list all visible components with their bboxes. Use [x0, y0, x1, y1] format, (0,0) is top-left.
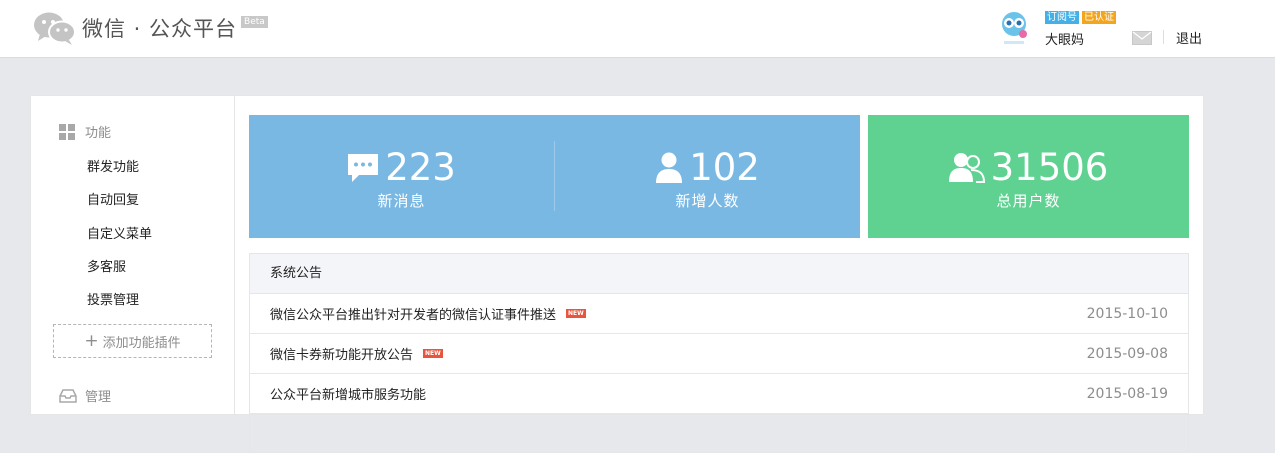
add-plugin-label: 添加功能插件 — [102, 335, 181, 351]
stats-panel-green: 31506 总用户数 — [868, 115, 1189, 238]
username[interactable]: 大眼妈 — [1045, 29, 1084, 48]
stat-value: 102 — [689, 146, 760, 189]
system-announcements: 系统公告 微信公众平台推出针对开发者的微信认证事件推送 NEW 2015-10-… — [249, 253, 1189, 453]
grid-icon — [59, 123, 75, 140]
stat-new-messages[interactable]: 223 新消息 — [249, 115, 554, 238]
announcement-title: 微信公众平台推出针对开发者的微信认证事件推送 NEW — [270, 304, 586, 323]
wechat-logo-icon — [34, 12, 76, 45]
account-badges: 订阅号 已认证 — [1045, 11, 1116, 24]
stat-label: 新消息 — [377, 192, 426, 210]
announcement-date: 2015-09-08 — [1086, 345, 1168, 362]
mail-icon[interactable] — [1132, 31, 1152, 45]
sidebar-item-customer-service[interactable]: 多客服 — [87, 256, 126, 275]
new-badge: NEW — [566, 309, 586, 318]
announcement-date: 2015-10-10 — [1086, 305, 1168, 322]
stats-panel-blue: 223 新消息 102 新增人数 — [249, 115, 860, 238]
announcement-title: 公众平台新增城市服务功能 — [270, 384, 426, 403]
stat-value: 31506 — [990, 146, 1109, 189]
beta-badge: Beta — [241, 16, 268, 28]
logout-link[interactable]: 退出 — [1176, 28, 1202, 47]
announcement-text: 微信公众平台推出针对开发者的微信认证事件推送 — [270, 308, 557, 323]
stat-label: 总用户数 — [996, 192, 1061, 210]
announcement-text: 微信卡券新功能开放公告 — [270, 348, 414, 363]
stat-label: 新增人数 — [675, 192, 740, 210]
users-icon — [948, 153, 985, 183]
wechat-logo[interactable]: 微信 · 公众平台 Beta — [32, 10, 268, 46]
header-divider — [1163, 30, 1164, 44]
message-icon — [348, 154, 379, 182]
top-header: 微信 · 公众平台 Beta 订阅号 已认证 大眼妈 退出 — [0, 0, 1275, 58]
inbox-icon — [59, 388, 77, 403]
list-item[interactable]: 微信公众平台推出针对开发者的微信认证事件推送 NEW 2015-10-10 — [250, 294, 1188, 334]
section-label: 功能 — [85, 126, 112, 141]
stat-new-users[interactable]: 102 新增人数 — [555, 115, 860, 238]
list-item[interactable]: 公众平台新增城市服务功能 2015-08-19 — [250, 374, 1188, 414]
verified-badge: 已认证 — [1082, 11, 1116, 24]
announcement-date: 2015-08-19 — [1086, 385, 1168, 402]
stat-total-users[interactable]: 31506 总用户数 — [868, 115, 1189, 238]
logo-text: 微信 · 公众平台 — [82, 17, 238, 41]
list-item[interactable]: 微信卡券新功能开放公告 NEW 2015-09-08 — [250, 334, 1188, 374]
add-plugin-button[interactable]: + 添加功能插件 — [53, 324, 212, 358]
announcement-text: 公众平台新增城市服务功能 — [270, 388, 427, 403]
announcement-title: 微信卡券新功能开放公告 NEW — [270, 344, 443, 363]
announcements-title: 系统公告 — [250, 254, 1188, 294]
sidebar-item-custom-menu[interactable]: 自定义菜单 — [87, 223, 152, 242]
avatar[interactable] — [998, 10, 1030, 46]
sidebar-item-auto-reply[interactable]: 自动回复 — [87, 189, 139, 208]
stat-value: 223 — [385, 146, 456, 189]
user-icon — [656, 152, 683, 183]
section-label: 管理 — [85, 390, 112, 405]
new-badge: NEW — [423, 349, 443, 358]
sidebar-section-function: 功能 — [59, 122, 111, 141]
main-container: 功能 群发功能 自动回复 自定义菜单 多客服 投票管理 + 添加功能插件 管理 — [30, 95, 1204, 453]
sidebar-section-manage: 管理 — [59, 386, 111, 405]
sidebar-item-vote-manage[interactable]: 投票管理 — [87, 289, 139, 308]
subscription-badge: 订阅号 — [1045, 11, 1079, 24]
sidebar: 功能 群发功能 自动回复 自定义菜单 多客服 投票管理 + 添加功能插件 管理 — [31, 96, 235, 416]
sidebar-item-mass-send[interactable]: 群发功能 — [87, 156, 139, 175]
plus-icon: + — [84, 330, 99, 351]
